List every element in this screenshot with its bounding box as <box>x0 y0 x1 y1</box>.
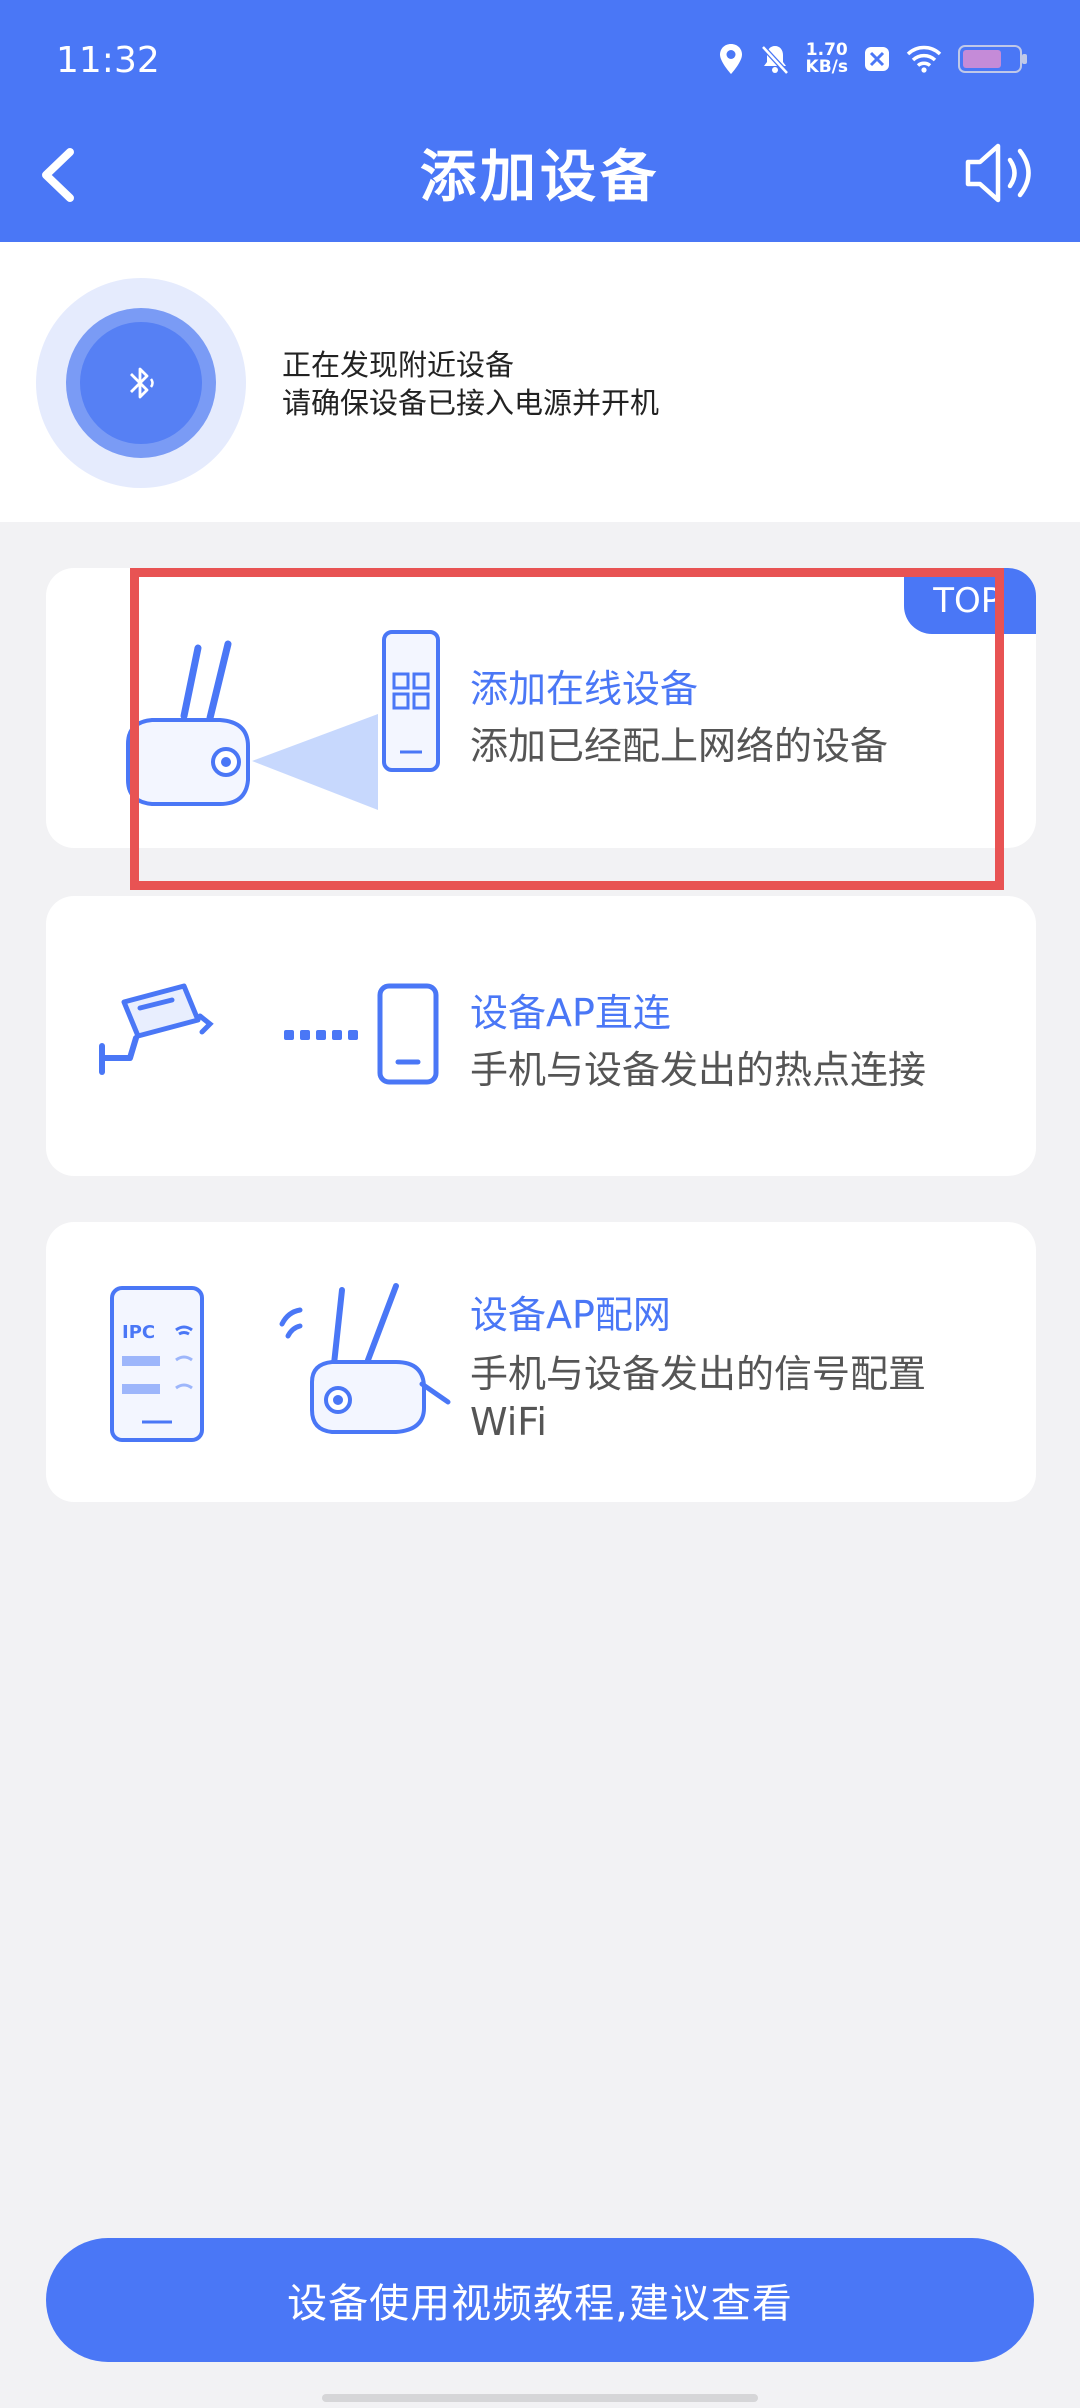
option-description: 手机与设备发出的热点连接 <box>470 1048 927 1092</box>
wifi-icon <box>906 45 942 73</box>
page-title: 添加设备 <box>420 145 660 210</box>
speaker-icon[interactable] <box>960 138 1040 208</box>
option-title: 设备AP配网 <box>470 1293 671 1337</box>
discovery-status: 正在发现附近设备 <box>282 348 515 382</box>
camera-wifi-illustration <box>279 1283 451 1434</box>
phone-icon <box>377 983 439 1085</box>
header-bar: 11:32 1.70 KB/s 添加设备 <box>0 0 1080 242</box>
highlight-box <box>130 568 1004 890</box>
status-icons: 1.70 KB/s <box>718 42 1028 76</box>
speed-unit: KB/s <box>805 57 848 77</box>
bell-off-icon <box>760 45 789 75</box>
discovery-message: 正在发现附近设备 请确保设备已接入电源并开机 <box>282 346 659 422</box>
phone-ipc-illustration: IPC <box>110 1286 204 1442</box>
home-indicator[interactable] <box>322 2394 758 2402</box>
bluetooth-scan-indicator <box>36 278 246 488</box>
network-speed: 1.70 KB/s <box>806 42 848 76</box>
connection-dots <box>284 1030 358 1040</box>
device-discovery-panel: 正在发现附近设备 请确保设备已接入电源并开机 <box>0 242 1080 522</box>
svg-text:IPC: IPC <box>122 1322 155 1343</box>
location-icon <box>719 44 742 74</box>
bluetooth-icon <box>130 367 154 399</box>
battery-icon <box>958 45 1027 73</box>
option-ap-direct-connect[interactable]: 设备AP直连 手机与设备发出的热点连接 <box>46 896 1036 1176</box>
video-tutorial-button[interactable]: 设备使用视频教程,建议查看 <box>46 2238 1034 2362</box>
status-time: 11:32 <box>56 40 160 81</box>
discovery-hint: 请确保设备已接入电源并开机 <box>282 386 660 420</box>
app-notification-icon <box>865 47 889 71</box>
option-ap-network-config[interactable]: IPC 设备AP配网 手机与设备发出的信号配置WiFi <box>46 1222 1036 1502</box>
option-description: 手机与设备发出的信号配置WiFi <box>470 1352 927 1444</box>
option-title: 设备AP直连 <box>470 991 671 1035</box>
